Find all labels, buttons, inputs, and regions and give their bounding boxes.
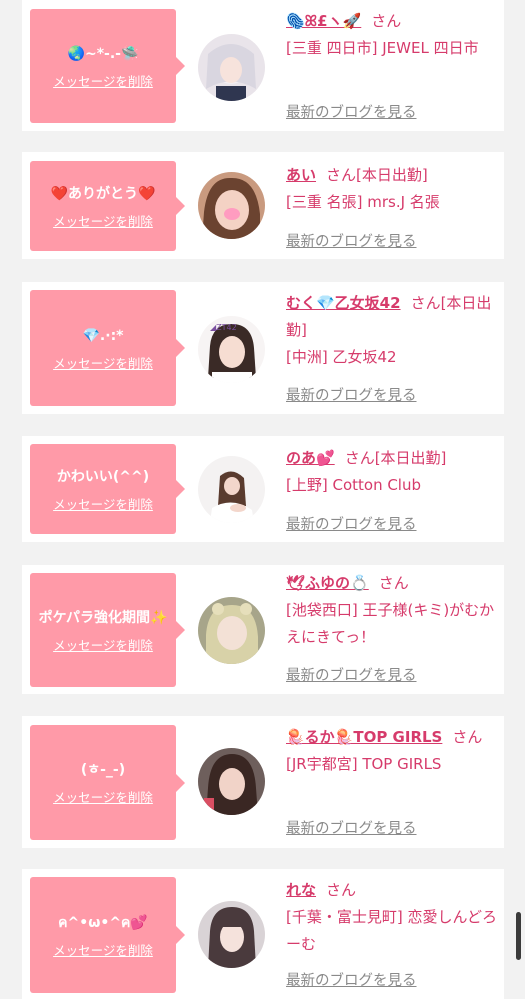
san-suffix: さん[本日出勤] (326, 166, 428, 184)
delete-message-button[interactable]: メッセージを削除 (53, 211, 153, 230)
favorite-card: 🌏~*-.-🛸 メッセージを削除 🫆ꕤ£ヽ🚀 さん [三重 四日市] JEWEL … (22, 0, 504, 131)
message-bubble: ❤️ありがとう❤️ メッセージを削除 (30, 161, 185, 251)
avatar[interactable] (198, 34, 265, 101)
message-text: ❤️ありがとう❤️ (50, 185, 156, 202)
latest-blog-link[interactable]: 最新のブログを見る (286, 664, 417, 685)
delete-message-button[interactable]: メッセージを削除 (53, 787, 153, 806)
favorite-card: ค^•ω•^ค💕 メッセージを削除 れな さん [千葉・富士見町] 恋愛しんどろー… (22, 869, 504, 999)
avatar[interactable] (198, 597, 265, 664)
shop-location: [上野] Cotton Club (286, 476, 422, 494)
latest-blog-link[interactable]: 最新のブログを見る (286, 230, 417, 251)
message-bubble: ポケパラ強化期間✨ メッセージを削除 (30, 573, 185, 687)
latest-blog-link[interactable]: 最新のブログを見る (286, 101, 417, 122)
avatar[interactable] (198, 456, 265, 523)
girl-name-link[interactable]: のあ💕 (286, 449, 335, 467)
girl-name-link[interactable]: れな (286, 881, 316, 899)
girl-info: 🕊ふゆの💍 さん [池袋西口] 王子様(キミ)がむかえにきてっ！ (286, 570, 498, 651)
latest-blog-link[interactable]: 最新のブログを見る (286, 513, 417, 534)
girl-name-link[interactable]: 🫆ꕤ£ヽ🚀 (286, 12, 361, 30)
favorite-card: (ㅎ-_-) メッセージを削除 🪼るか🪼TOP GIRLS さん [JR宇都宮] … (22, 716, 504, 848)
message-bubble: 🌏~*-.-🛸 メッセージを削除 (30, 9, 185, 123)
san-suffix: さん[本日出勤] (344, 449, 447, 467)
avatar[interactable]: ◢ZT42 (198, 316, 265, 383)
latest-blog-link[interactable]: 最新のブログを見る (286, 969, 417, 990)
message-bubble: 💎.·:* メッセージを削除 (30, 290, 185, 406)
message-text: ค^•ω•^ค💕 (58, 914, 148, 931)
shop-location: [池袋西口] 王子様(キミ)がむかえにきてっ！ (286, 601, 495, 646)
message-text: 🌏~*-.-🛸 (67, 45, 139, 62)
san-suffix: さん (326, 881, 357, 899)
favorite-card: 💎.·:* メッセージを削除 ◢ZT42 むく💎乙女坂42 さん[本日出勤] [中… (22, 282, 504, 414)
girl-info: れな さん [千葉・富士見町] 恋愛しんどろーむ (286, 877, 498, 958)
san-suffix: さん (371, 12, 402, 30)
message-text: 💎.·:* (82, 327, 124, 344)
message-bubble: かわいい(^^) メッセージを削除 (30, 444, 185, 534)
delete-message-button[interactable]: メッセージを削除 (53, 353, 153, 372)
delete-message-button[interactable]: メッセージを削除 (53, 71, 153, 90)
girl-name-link[interactable]: 🪼るか🪼TOP GIRLS (286, 728, 442, 746)
svg-text:◢ZT42: ◢ZT42 (210, 323, 237, 332)
message-text: ポケパラ強化期間✨ (38, 609, 168, 626)
shop-location: [三重 四日市] JEWEL 四日市 (286, 39, 479, 57)
girl-info: のあ💕 さん[本日出勤] [上野] Cotton Club (286, 445, 498, 499)
scrollbar-thumb[interactable] (516, 912, 521, 960)
favorite-card: かわいい(^^) メッセージを削除 のあ💕 さん[本日出勤] [上野] Cotto… (22, 436, 504, 542)
delete-message-button[interactable]: メッセージを削除 (53, 635, 153, 654)
message-bubble: ค^•ω•^ค💕 メッセージを削除 (30, 877, 185, 993)
girl-info: あい さん[本日出勤] [三重 名張] mrs.J 名張 (286, 162, 498, 216)
avatar[interactable] (198, 172, 265, 239)
avatar[interactable] (198, 901, 265, 968)
shop-location: [千葉・富士見町] 恋愛しんどろーむ (286, 908, 498, 953)
girl-info: むく💎乙女坂42 さん[本日出勤] [中洲] 乙女坂42 (286, 290, 498, 371)
avatar[interactable] (198, 748, 265, 815)
shop-location: [JR宇都宮] TOP GIRLS (286, 755, 442, 773)
favorites-list: 🌏~*-.-🛸 メッセージを削除 🫆ꕤ£ヽ🚀 さん [三重 四日市] JEWEL … (0, 0, 525, 999)
message-text: (ㅎ-_-) (80, 762, 126, 778)
shop-location: [中洲] 乙女坂42 (286, 348, 397, 366)
favorite-card: ポケパラ強化期間✨ メッセージを削除 🕊ふゆの💍 さん [池袋西口] 王子様(キミ… (22, 565, 504, 694)
latest-blog-link[interactable]: 最新のブログを見る (286, 817, 417, 838)
san-suffix: さん (452, 728, 483, 746)
latest-blog-link[interactable]: 最新のブログを見る (286, 384, 417, 405)
girl-name-link[interactable]: むく💎乙女坂42 (286, 294, 401, 312)
girl-name-link[interactable]: 🕊ふゆの💍 (286, 574, 369, 592)
shop-location: [三重 名張] mrs.J 名張 (286, 193, 440, 211)
message-bubble: (ㅎ-_-) メッセージを削除 (30, 725, 185, 840)
san-suffix: さん (378, 574, 409, 592)
girl-info: 🫆ꕤ£ヽ🚀 さん [三重 四日市] JEWEL 四日市 (286, 8, 498, 62)
girl-name-link[interactable]: あい (286, 166, 316, 184)
delete-message-button[interactable]: メッセージを削除 (53, 494, 153, 513)
favorite-card: ❤️ありがとう❤️ メッセージを削除 あい さん[本日出勤] [三重 名張] mr… (22, 152, 504, 259)
girl-info: 🪼るか🪼TOP GIRLS さん [JR宇都宮] TOP GIRLS (286, 724, 498, 778)
message-text: かわいい(^^) (56, 468, 150, 485)
delete-message-button[interactable]: メッセージを削除 (53, 940, 153, 959)
